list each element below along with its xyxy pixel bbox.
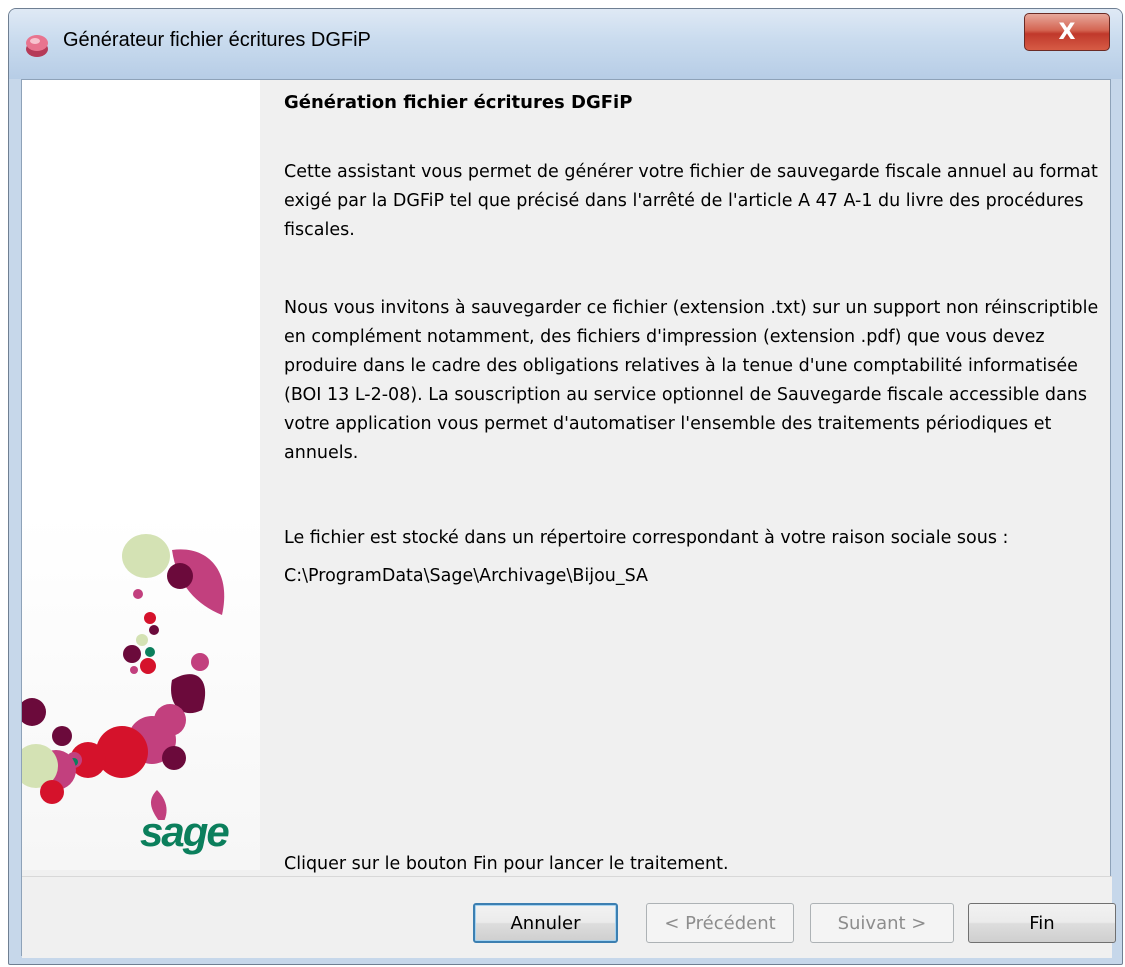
storage-path: C:\ProgramData\Sage\Archivage\Bijou_SA (284, 566, 649, 586)
cancel-button[interactable]: Annuler (473, 903, 618, 943)
finish-button[interactable]: Fin (968, 903, 1116, 943)
close-icon: X (1058, 19, 1076, 45)
sage-logo: sage (140, 808, 230, 855)
storage-paragraph: Le fichier est stocké dans un répertoire… (284, 528, 1009, 548)
decorative-dots-art (22, 534, 225, 820)
page-heading: Génération fichier écritures DGFiP (284, 92, 633, 113)
close-button[interactable]: X (1024, 13, 1110, 51)
title-bar[interactable]: Générateur fichier écritures DGFiP X (9, 9, 1122, 79)
button-bar: Annuler < Précédent Suivant > Fin (22, 876, 1116, 958)
next-button[interactable]: Suivant > (810, 903, 954, 943)
side-banner: sage (22, 80, 260, 870)
window-title: Générateur fichier écritures DGFiP (63, 29, 371, 51)
previous-button[interactable]: < Précédent (646, 903, 794, 943)
wizard-client-area: sage Génération fichier écritures DGFiP … (21, 79, 1116, 958)
finish-instruction: Cliquer sur le bouton Fin pour lancer le… (284, 854, 729, 874)
app-icon (26, 35, 48, 57)
recommendation-paragraph: Nous vous invitons à sauvegarder ce fich… (284, 298, 1099, 463)
intro-paragraph: Cette assistant vous permet de générer v… (284, 162, 1098, 240)
wizard-window: Générateur fichier écritures DGFiP X sag… (8, 8, 1123, 965)
wizard-content: Génération fichier écritures DGFiP Cette… (284, 88, 1112, 878)
